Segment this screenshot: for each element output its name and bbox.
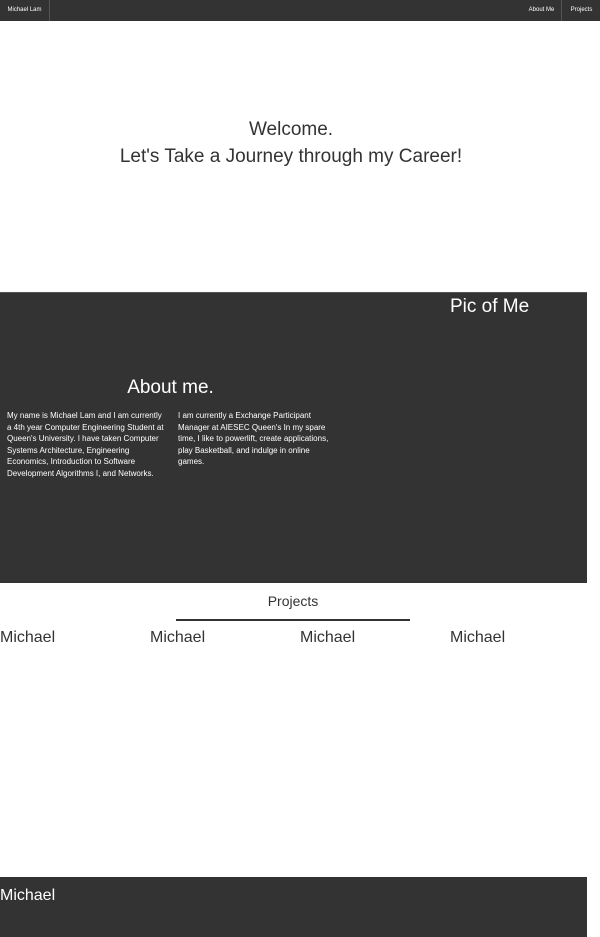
hero-tagline-text: Let's Take a Journey through my Career! [119, 146, 463, 167]
about-paragraph-hobbies: I am currently a Exchange Participant Ma… [178, 411, 329, 466]
footer: Michael [0, 877, 587, 937]
hero-section: Welcome. Let's Take a Journey through my… [0, 21, 600, 292]
projects-divider [176, 619, 410, 621]
project-card[interactable]: Michael [0, 629, 55, 647]
profile-picture-placeholder: Pic of Me [450, 296, 530, 317]
projects-heading: Projects [267, 593, 319, 609]
about-paragraph-education: My name is Michael Lam and I am currentl… [7, 411, 164, 478]
top-navbar: Michael Lam About Me Projects [0, 0, 600, 21]
project-card[interactable]: Michael [300, 629, 355, 647]
project-card[interactable]: Michael [450, 629, 505, 647]
hero-welcome-text: Welcome. [248, 119, 334, 140]
footer-name-text: Michael [0, 887, 56, 904]
project-card[interactable]: Michael [150, 629, 205, 647]
nav-about-me-link[interactable]: About Me [522, 0, 562, 21]
nav-projects-link[interactable]: Projects [563, 0, 600, 21]
nav-brand-link[interactable]: Michael Lam [0, 0, 50, 21]
about-section: Pic of Me About me. My name is Michael L… [0, 292, 587, 583]
about-heading: About me. [127, 377, 214, 398]
